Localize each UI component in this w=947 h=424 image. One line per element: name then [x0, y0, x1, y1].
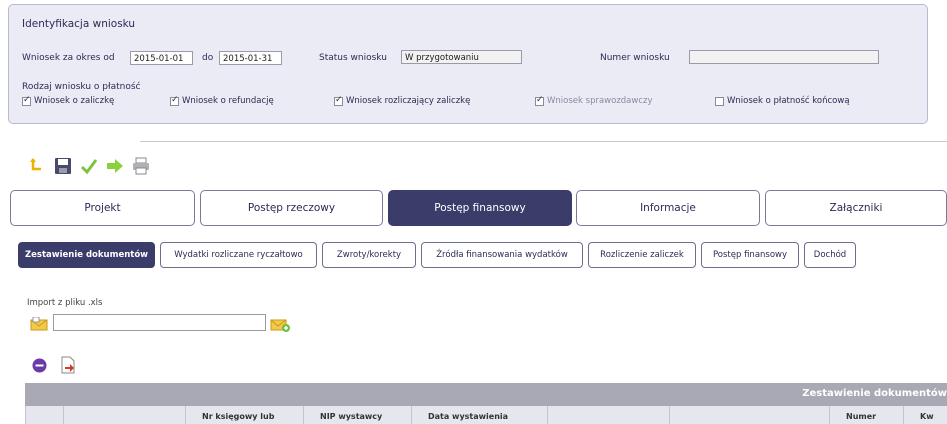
checkbox-advance[interactable]: Wniosek o zaliczkę	[22, 95, 115, 106]
period-to-input[interactable]: 2015-01-31	[219, 51, 282, 65]
grid-column-header: Kw	[903, 406, 947, 424]
undo-icon[interactable]	[27, 156, 47, 176]
checkbox-advance-settlement[interactable]: Wniosek rozliczający zaliczkę	[334, 95, 471, 106]
divider	[140, 141, 947, 142]
grid-column-header: Nr księgowy lub	[185, 406, 303, 424]
checkbox-label: Wniosek sprawozdawczy	[547, 96, 653, 106]
envelope-icon[interactable]	[30, 316, 48, 334]
grid-column-header	[63, 406, 185, 424]
subtab-label: Dochód	[813, 250, 847, 260]
panel-title: Identyfikacja wniosku	[22, 18, 136, 30]
grid-column-header: NIP wystawcy	[303, 406, 411, 424]
grid-title: Zestawienie dokumentów	[802, 388, 947, 399]
subtab-label: Zestawienie dokumentów	[24, 250, 149, 260]
subtab-label: Zwroty/korekty	[336, 250, 402, 260]
subtab-label: Źródła finansowania wydatków	[436, 250, 568, 260]
subtab-label: Rozliczenie zaliczek	[600, 250, 684, 260]
period-to-label: do	[202, 53, 214, 63]
checkbox-box[interactable]	[170, 95, 179, 106]
grid-column-header	[547, 406, 669, 424]
grid-column-header	[25, 406, 63, 424]
grid-column-header	[669, 406, 829, 424]
subtab-label: Postęp finansowy	[712, 250, 788, 260]
checkbox-label: Wniosek o refundację	[182, 96, 274, 106]
checkbox-label: Wniosek o zaliczkę	[34, 96, 115, 106]
validate-icon[interactable]	[79, 156, 99, 176]
grid-column-header: Numer	[829, 406, 903, 424]
checkbox-label: Wniosek o płatność końcową	[727, 96, 850, 106]
subtab-label: Wydatki rozliczane ryczałtowo	[174, 250, 303, 260]
checkbox-box[interactable]	[535, 95, 544, 106]
tab-financial-progress[interactable]: Postęp finansowy	[388, 190, 572, 226]
tab-attachments[interactable]: Załączniki	[765, 190, 947, 226]
tab-label: Informacje	[640, 202, 696, 214]
tab-material-progress[interactable]: Postęp rzeczowy	[200, 190, 383, 226]
tab-label: Projekt	[84, 202, 121, 214]
status-label: Status wniosku	[319, 53, 387, 63]
import-upload-icon[interactable]	[270, 317, 290, 335]
period-from-label: Wniosek za okres od	[22, 53, 115, 63]
application-identification-panel: Identyfikacja wniosku Wniosek za okres o…	[8, 4, 928, 124]
tab-label: Załączniki	[829, 202, 883, 214]
checkbox-box[interactable]	[334, 95, 343, 106]
application-number-label: Numer wniosku	[600, 53, 670, 63]
subtab-advance-settlement[interactable]: Rozliczenie zaliczek	[588, 242, 696, 268]
checkbox-box[interactable]	[715, 96, 724, 106]
subtab-documents-summary[interactable]: Zestawienie dokumentów	[18, 242, 155, 268]
print-icon[interactable]	[131, 156, 151, 176]
subtab-income[interactable]: Dochód	[804, 242, 856, 268]
toolbar	[27, 155, 151, 177]
tab-label: Postęp rzeczowy	[247, 202, 336, 214]
tab-information[interactable]: Informacje	[576, 190, 760, 226]
period-from-input[interactable]: 2015-01-01	[130, 51, 193, 65]
import-file-input[interactable]	[53, 314, 266, 331]
application-number-field	[689, 50, 879, 64]
tab-project[interactable]: Projekt	[10, 190, 195, 226]
grid-column-header: Data wystawienia	[411, 406, 547, 424]
application-type-label: Rodzaj wniosku o płatność	[22, 82, 141, 92]
subtab-lump-sum-expenses[interactable]: Wydatki rozliczane ryczałtowo	[160, 242, 317, 268]
checkbox-box[interactable]	[22, 95, 31, 106]
documents-grid-columns: Nr księgowy lub NIP wystawcy Data wystaw…	[25, 406, 947, 424]
save-icon[interactable]	[53, 156, 73, 176]
subtab-returns-corrections[interactable]: Zwroty/korekty	[322, 242, 416, 268]
checkbox-final-payment[interactable]: Wniosek o płatność końcową	[715, 96, 850, 106]
remove-row-icon[interactable]	[32, 358, 47, 376]
send-icon[interactable]	[105, 156, 125, 176]
status-field: W przygotowaniu	[401, 50, 522, 64]
import-label: Import z pliku .xls	[27, 298, 103, 308]
subtab-funding-sources[interactable]: Źródła finansowania wydatków	[421, 242, 583, 268]
tab-label: Postęp finansowy	[434, 202, 526, 214]
checkbox-refund[interactable]: Wniosek o refundację	[170, 95, 274, 106]
documents-grid-header: Zestawienie dokumentów	[25, 383, 947, 406]
checkbox-report[interactable]: Wniosek sprawozdawczy	[535, 95, 653, 106]
subtab-financial-progress[interactable]: Postęp finansowy	[701, 242, 799, 268]
export-icon[interactable]	[60, 356, 76, 377]
checkbox-label: Wniosek rozliczający zaliczkę	[346, 96, 471, 106]
